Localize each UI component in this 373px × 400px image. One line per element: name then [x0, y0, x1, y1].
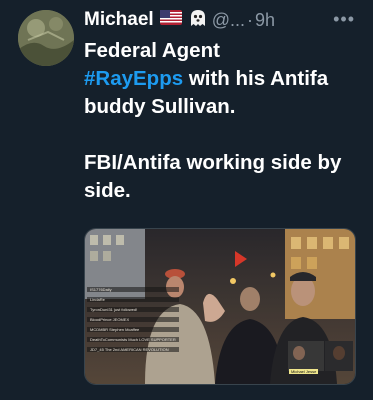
tweet-text: Federal Agent #RayEpps with his Antifa b… — [84, 37, 364, 205]
thumbnail-label: Michael Jesse — [289, 369, 319, 374]
hashtag-link[interactable]: #RayEpps — [84, 67, 183, 90]
us-flag-icon — [159, 10, 182, 30]
tweet-media[interactable]: IS1776Daily LindaRe TyronDunI31 just fol… — [84, 228, 356, 385]
avatar-image — [18, 10, 74, 66]
tweet-header: Michael @... · 9h ••• — [84, 6, 355, 34]
tweet-timestamp[interactable]: 9h — [255, 10, 275, 31]
author-handle[interactable]: @... — [212, 10, 245, 31]
ghost-icon — [188, 8, 208, 33]
chat-line: BloodPrince JEOMEX — [87, 317, 179, 322]
chat-line: IS1776Daily — [87, 287, 179, 292]
tweet-text-line1: Federal Agent — [84, 39, 220, 62]
tweet-paragraph-2: FBI/Antifa working side by side. — [84, 151, 342, 202]
separator-dot: · — [246, 9, 253, 30]
chat-line: MCDMBR Stephen Mcaffee — [87, 327, 179, 332]
chat-line: DeathToCommunists Much LOVE SUPPORTER — [87, 337, 179, 342]
chat-line: JD7_45 The 2nd AMERICAN REVOLUTION — [87, 347, 179, 352]
tweet[interactable]: Michael @... · 9h ••• Federal Agent #Ray… — [0, 0, 373, 400]
author-name[interactable]: Michael — [84, 9, 154, 31]
stream-chat-overlay: IS1776Daily LindaRe TyronDunI31 just fol… — [87, 287, 179, 357]
chat-line: TyronDunI31 just followed! — [87, 307, 179, 312]
more-icon[interactable]: ••• — [333, 9, 355, 30]
tweet-paragraph-1: Federal Agent #RayEpps with his Antifa b… — [84, 37, 364, 121]
chat-line: LindaRe — [87, 297, 179, 302]
avatar[interactable] — [18, 10, 74, 66]
